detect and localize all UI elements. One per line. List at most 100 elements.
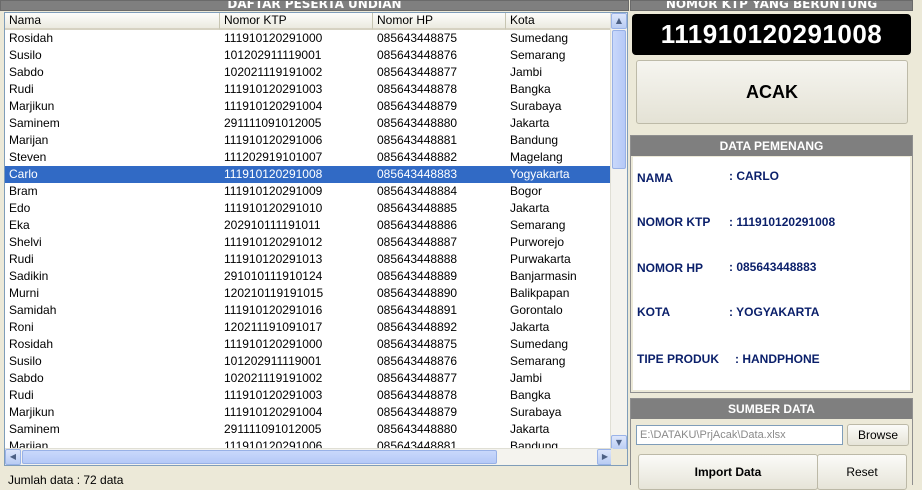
cell-kota: Jambi [510,65,543,79]
cell-nomor-ktp: 111910120291012 [224,235,323,249]
table-row[interactable]: Rosidah 111910120291000 085643448875 Sumeda… [5,30,613,47]
table-row-selected[interactable]: Carlo 111910120291008 085643448883 Yogyakar… [5,166,613,183]
table-row[interactable]: Steven 111202919101007 085643448882 Magelan… [5,149,613,166]
cell-nomor-hp: 085643448875 [377,31,458,45]
cell-nomor-hp: 085643448888 [377,252,458,266]
cell-nama: Marjikun [9,99,55,113]
cell-kota: Bandung [510,133,559,147]
column-header-nama[interactable]: Nama [5,13,220,30]
table-row[interactable]: Marjikun 111910120291004 085643448879 Surab… [5,404,613,421]
table-row[interactable]: Eka 202910111191011 085643448886 Semarang [5,217,613,234]
scroll-up-icon[interactable]: ▲ [611,13,627,29]
cell-nomor-hp: 085643448875 [377,337,458,351]
cell-nomor-hp: 085643448884 [377,184,458,198]
cell-kota: Sumedang [510,337,569,351]
winner-hp-label: NOMOR HP [637,261,703,275]
cell-nomor-ktp: 111910120291009 [224,184,323,198]
table-row[interactable]: Saminem 291111091012005 085643448880 Jakart… [5,421,613,438]
table-row[interactable]: Susilo 101202911119001 085643448876 Semaran… [5,47,613,64]
table-row[interactable]: Sabdo 102021119191002 085643448877 Jambi [5,64,613,81]
cell-nomor-ktp: 111910120291016 [224,303,323,317]
cell-nama: Samidah [9,303,57,317]
horizontal-scrollbar[interactable]: ◀ ▶ [5,448,613,465]
cell-nomor-ktp: 120210119191015 [224,286,324,300]
table-row[interactable]: Saminem 291111091012005 085643448880 Jakart… [5,115,613,132]
cell-kota: Bogor [510,184,543,198]
table-row[interactable]: Rudi 111910120291003 085643448878 Bangka [5,387,613,404]
table-row[interactable]: Samidah 111910120291016 085643448891 Goront… [5,302,613,319]
cell-nama: Bram [9,184,38,198]
table-row[interactable]: Rudi 111910120291003 085643448878 Bangka [5,81,613,98]
table-row[interactable]: Bram 111910120291009 085643448884 Bogor [5,183,613,200]
file-path-input[interactable]: E:\DATAKU\PrjAcak\Data.xlsx [636,425,843,445]
vertical-scroll-thumb[interactable] [612,30,626,169]
vertical-scrollbar[interactable]: ▲ ▼ [610,13,627,451]
cell-nomor-hp: 085643448880 [377,422,458,436]
cell-nama: Susilo [9,48,42,62]
column-header-nomor-hp[interactable]: Nomor HP [373,13,506,30]
cell-nomor-ktp: 111910120291000 [224,31,323,45]
cell-nama: Rosidah [9,337,54,351]
cell-nomor-ktp: 291010111910124 [224,269,323,283]
cell-kota: Jambi [510,371,543,385]
cell-nama: Edo [9,201,31,215]
cell-nama: Saminem [9,422,60,436]
cell-kota: Surabaya [510,405,562,419]
column-header-nomor-ktp[interactable]: Nomor KTP [220,13,373,30]
table-row[interactable]: Rudi 111910120291013 085643448888 Purwakart… [5,251,613,268]
cell-nomor-ktp: 120211191091017 [224,320,323,334]
winner-produk-label: TIPE PRODUK [637,352,720,366]
cell-nomor-hp: 085643448878 [377,82,458,96]
cell-nomor-ktp: 111910120291000 [224,337,323,351]
table-row[interactable]: Marjikun 111910120291004 085643448879 Surab… [5,98,613,115]
cell-nomor-hp: 085643448883 [377,167,458,181]
winner-details: NAMA : CARLO NOMOR KTP : 111910120291008… [633,157,910,390]
table-row[interactable]: Sabdo 102021119191002 085643448877 Jambi [5,370,613,387]
winner-kota-label: KOTA [637,305,671,319]
cell-kota: Balikpapan [510,286,570,300]
horizontal-scroll-thumb[interactable] [22,450,497,464]
scroll-left-icon[interactable]: ◀ [5,449,21,465]
column-header-kota[interactable]: Kota [506,13,613,30]
cell-nomor-hp: 085643448877 [377,65,458,79]
acak-button[interactable]: ACAK [636,60,908,124]
participant-list[interactable]: Nama Nomor KTP Nomor HP Kota Rosidah 1119… [4,12,628,466]
table-row[interactable]: Susilo 101202911119001 085643448876 Semaran… [5,353,613,370]
cell-nomor-hp: 085643448879 [377,99,458,113]
cell-nama: Sabdo [9,371,44,385]
cell-nomor-ktp: 111910120291003 [224,82,323,96]
cell-nomor-hp: 085643448876 [377,354,458,368]
cell-nomor-ktp: 111910120291006 [224,133,323,147]
table-row[interactable]: Marijan 111910120291006 085643448881 Bandun… [5,132,613,149]
cell-nomor-hp: 085643448885 [377,201,458,215]
cell-nama: Eka [9,218,30,232]
cell-kota: Jakarta [510,201,550,215]
cell-nomor-ktp: 101202911119001 [224,48,322,62]
cell-kota: Surabaya [510,99,562,113]
cell-nama: Rudi [9,252,34,266]
table-row[interactable]: Rosidah 111910120291000 085643448875 Sumeda… [5,336,613,353]
cell-kota: Purworejo [510,235,565,249]
cell-nomor-ktp: 101202911119001 [224,354,322,368]
cell-nomor-hp: 085643448882 [377,150,458,164]
table-row[interactable]: Edo 111910120291010 085643448885 Jakarta [5,200,613,217]
cell-nomor-ktp: 291111091012005 [224,422,322,436]
cell-nama: Shelvi [9,235,42,249]
cell-kota: Semarang [510,218,566,232]
table-row[interactable]: Murni 120210119191015 085643448890 Balikpap… [5,285,613,302]
cell-nomor-ktp: 111202919101007 [224,150,323,164]
winner-produk-value: : HANDPHONE [735,352,820,366]
cell-nama: Marjikun [9,405,55,419]
cell-nomor-ktp: 111910120291008 [224,167,323,181]
browse-button[interactable]: Browse [847,424,909,446]
table-row[interactable]: Roni 120211191091017 085643448892 Jakarta [5,319,613,336]
table-row[interactable]: Sadikin 291010111910124 085643448889 Banjar… [5,268,613,285]
cell-kota: Bangka [510,82,551,96]
cell-kota: Semarang [510,48,566,62]
data-source-panel: SUMBER DATA E:\DATAKU\PrjAcak\Data.xlsx … [630,398,913,490]
cell-kota: Gorontalo [510,303,563,317]
winner-panel: DATA PEMENANG NAMA : CARLO NOMOR KTP : 1… [630,135,913,393]
table-row[interactable]: Shelvi 111910120291012 085643448887 Purwore… [5,234,613,251]
cell-nama: Roni [9,320,34,334]
cell-nomor-hp: 085643448876 [377,48,458,62]
